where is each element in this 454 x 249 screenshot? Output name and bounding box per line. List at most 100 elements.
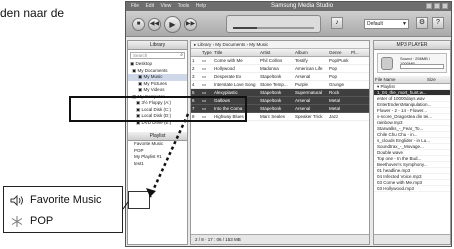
view-combo-value: Default: [367, 21, 383, 27]
view-combo[interactable]: Default ▼: [364, 19, 409, 29]
col-header[interactable]: Type: [201, 49, 213, 56]
table-cell: Arsenal: [295, 74, 311, 79]
minimize-icon[interactable]: [426, 3, 432, 9]
search-placeholder: Search: [133, 53, 148, 58]
window-title: Samsung Media Studio: [271, 3, 334, 9]
device-file-item[interactable]: 03 Hollywood.mp3: [374, 186, 450, 192]
file-type-icon: ▭: [202, 82, 207, 87]
table-cell: Pop/Punk: [329, 58, 349, 63]
table-cell: [350, 73, 368, 80]
asterisk-icon: [11, 215, 23, 227]
menu-view[interactable]: View: [160, 2, 171, 11]
table-cell: Purple: [295, 82, 309, 87]
table-row[interactable]: 1 ▭ Come with Me Phil Collins Testify Pop/Pun…: [191, 57, 369, 65]
table-cell: 3: [192, 74, 195, 79]
table-cell: Speaker Trick: [295, 114, 323, 119]
table-cell: 2: [192, 66, 195, 71]
breadcrumb: ▸ Library › My Documents › My Music: [191, 41, 369, 49]
table-cell: Testify: [295, 58, 308, 63]
menu-edit[interactable]: Edit: [145, 2, 154, 11]
track-list-panel: ▸ Library › My Documents › My Music Type…: [190, 40, 370, 245]
col-header[interactable]: Size: [426, 76, 450, 83]
table-cell: [350, 97, 368, 104]
table-cell: Supermatural: [295, 90, 323, 95]
table-cell: [350, 57, 368, 64]
close-icon[interactable]: [442, 3, 448, 9]
table-cell: American Life: [295, 66, 323, 71]
table-cell: Marc Seales: [260, 114, 286, 119]
table-row[interactable]: 3 ▭ Desperate Ex Stapeltonk Arsenal Pop: [191, 73, 369, 81]
table-cell: Stone Temp...: [260, 82, 288, 87]
table-cell: Rock: [329, 90, 340, 95]
media-studio-window: File Edit View Tools Help Samsung Media …: [125, 1, 452, 247]
col-header[interactable]: Genre: [328, 49, 350, 56]
col-header[interactable]: File Name: [374, 76, 426, 83]
menu-tools[interactable]: Tools: [178, 2, 190, 11]
settings-icon[interactable]: ⚙: [416, 17, 428, 29]
mp3-player-icon: [381, 57, 393, 70]
device-info: Sound · 256MB / 1000MB: [377, 53, 447, 73]
playlist-item[interactable]: test1: [128, 161, 187, 168]
table-cell: [350, 105, 368, 112]
table-cell: Jazz: [329, 114, 339, 119]
callout-label-favorite: Favorite Music: [30, 194, 102, 206]
table-cell: Phil Collins: [260, 58, 283, 63]
playlist-list: Favorite Music POP My Playlist #1 test1: [128, 141, 187, 167]
search-icon[interactable]: ⌕: [180, 52, 183, 58]
col-header[interactable]: Album: [294, 49, 328, 56]
playlist-header: Playlist: [128, 132, 187, 141]
chevron-down-icon: ▼: [402, 21, 407, 27]
track-display: [226, 15, 321, 33]
table-cell: Metal: [329, 98, 341, 103]
table-row[interactable]: 2 ▭ Hollywood Madonna American Life Pop: [191, 65, 369, 73]
callout-item-favorite: Favorite Music: [10, 194, 102, 206]
col-header[interactable]: Title: [213, 49, 259, 56]
table-cell: Arsenal: [295, 98, 311, 103]
library-header: Library: [128, 41, 187, 50]
prev-icon[interactable]: ◀◀: [148, 18, 161, 31]
table-cell: Alexyplastic: [214, 90, 238, 95]
stop-icon[interactable]: ■: [132, 18, 145, 31]
col-header[interactable]: Pl...: [350, 49, 368, 56]
table-cell: Pop: [329, 66, 338, 71]
device-table-header: File Name Size: [374, 76, 450, 84]
storage-bar: [400, 64, 444, 69]
selection-highlight-frame: [69, 96, 247, 122]
seek-bar[interactable]: [233, 27, 314, 29]
library-panel: Library Search ⌕ ▣ Desktop ▣ My Document…: [127, 40, 188, 245]
caption-fragment: den naar de: [0, 6, 65, 20]
device-panel: MP3 PLAYER Sound · 256MB / 1000MB File N…: [373, 40, 451, 245]
file-type-icon: ▭: [202, 90, 207, 95]
maximize-icon[interactable]: [434, 3, 440, 9]
device-header: MP3 PLAYER: [374, 41, 450, 50]
table-cell: Stapeltonk: [260, 98, 282, 103]
menu-help[interactable]: Help: [196, 2, 206, 11]
table-cell: Stapeltonk: [260, 74, 282, 79]
file-type-icon: ▭: [202, 66, 207, 71]
table-cell: Arsenal: [295, 106, 311, 111]
help-icon[interactable]: ?: [432, 17, 444, 29]
speaker-icon: [10, 194, 23, 206]
table-cell: [350, 81, 368, 88]
volume-icon[interactable]: ♪: [331, 17, 343, 29]
table-cell: Madonna: [260, 66, 279, 71]
col-header[interactable]: [191, 49, 201, 56]
table-row[interactable]: 4 ▭ Interstate Love Song Stone Temp... Purpl…: [191, 81, 369, 89]
file-type-icon: ▭: [202, 74, 207, 79]
table-header: Type Title Artist Album Genre Pl...: [191, 49, 369, 57]
table-cell: Desperate Ex: [214, 74, 242, 79]
menu-file[interactable]: File: [131, 2, 139, 11]
status-bar: 2 / 8 · 17 : 06 / 153 MB: [191, 234, 369, 244]
table-cell: 1: [192, 58, 195, 63]
zoom-frame: [128, 191, 150, 209]
file-type-icon: ▭: [202, 58, 207, 63]
play-icon[interactable]: ▶: [164, 16, 181, 33]
table-cell: Interstate Love Song: [214, 82, 256, 87]
callout-label-pop: POP: [30, 215, 54, 227]
col-header[interactable]: Artist: [259, 49, 294, 56]
search-input[interactable]: Search ⌕: [130, 52, 185, 59]
next-icon[interactable]: ▶▶: [184, 18, 197, 31]
playlist-callout: Favorite Music POP: [3, 186, 123, 233]
device-file-list: ▾ Playlist 1_04_the_mort_hunt.w... enter …: [374, 84, 450, 192]
table-cell: Stapeltonk: [260, 90, 282, 95]
